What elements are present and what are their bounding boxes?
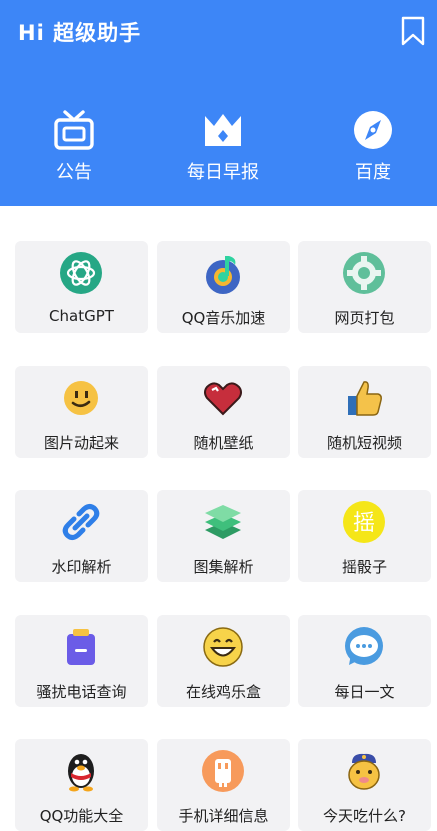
shake-badge-icon: 摇 [343, 501, 385, 543]
tool-random-wallpaper[interactable]: 随机壁纸 [157, 366, 290, 458]
tool-animate-image[interactable]: 图片动起来 [15, 366, 148, 458]
header-bar: Hi 超级助手 公告 每日早报 百度 [0, 0, 437, 206]
baidu-label: 百度 [355, 162, 391, 183]
tool-qq-features[interactable]: QQ功能大全 [15, 739, 148, 831]
chef-face-icon [348, 753, 380, 790]
app-title: Hi 超级助手 [18, 21, 142, 45]
chat-bubble-icon [345, 627, 383, 665]
tool-random-video[interactable]: 随机短视频 [298, 366, 431, 458]
tool-qq-music[interactable]: QQ音乐加速 [157, 241, 290, 333]
phone-info-icon [202, 750, 244, 792]
tool-label: QQ音乐加速 [181, 309, 266, 327]
tool-web-package[interactable]: 网页打包 [298, 241, 431, 333]
bookmark-icon[interactable] [401, 16, 425, 46]
grin-face-icon [203, 627, 243, 667]
tool-label: 摇骰子 [341, 558, 387, 576]
tool-label: 骚扰电话查询 [36, 683, 127, 701]
compass-icon [354, 111, 392, 149]
openai-icon [60, 252, 102, 294]
tool-chatgpt[interactable]: ChatGPT [15, 241, 148, 333]
shake-badge-text: 摇 [353, 511, 375, 536]
tool-shake-dice[interactable]: 摇 摇骰子 [298, 490, 431, 582]
tool-album-parse[interactable]: 图集解析 [157, 490, 290, 582]
smile-icon [64, 381, 98, 415]
tool-label: 图片动起来 [43, 434, 119, 452]
tool-label: 在线鸡乐盒 [185, 683, 261, 701]
daily-news-button[interactable]: 每日早报 [163, 108, 283, 186]
tool-watermark-parse[interactable]: 水印解析 [15, 490, 148, 582]
tool-label: QQ功能大全 [39, 807, 124, 825]
announcement-label: 公告 [56, 162, 92, 183]
gear-icon [343, 252, 385, 294]
tool-label: 图集解析 [193, 558, 254, 576]
link-icon [62, 504, 100, 540]
tool-online-jukebox[interactable]: 在线鸡乐盒 [157, 615, 290, 707]
baidu-button[interactable]: 百度 [313, 108, 433, 186]
heart-icon [204, 382, 242, 416]
announcement-button[interactable]: 公告 [14, 108, 134, 186]
tool-label: 今天吃什么? [323, 807, 406, 825]
tool-label: 手机详细信息 [178, 807, 269, 825]
thumbs-up-icon [348, 381, 382, 416]
announcement-icon [54, 110, 94, 150]
tool-phone-info[interactable]: 手机详细信息 [157, 739, 290, 831]
tool-label: 随机壁纸 [193, 434, 254, 452]
phone-block-icon [67, 629, 95, 665]
tool-label: ChatGPT [49, 307, 114, 325]
tool-daily-article[interactable]: 每日一文 [298, 615, 431, 707]
tool-spam-call-lookup[interactable]: 骚扰电话查询 [15, 615, 148, 707]
crown-icon [205, 114, 241, 146]
tool-label: 随机短视频 [326, 434, 402, 452]
qq-penguin-icon [68, 754, 94, 792]
layers-icon [205, 505, 241, 539]
music-note-icon [206, 256, 240, 294]
tool-label: 水印解析 [51, 558, 112, 576]
tool-what-to-eat[interactable]: 今天吃什么? [298, 739, 431, 831]
tool-label: 每日一文 [334, 683, 395, 701]
tool-label: 网页打包 [334, 309, 395, 327]
daily-news-label: 每日早报 [187, 162, 259, 183]
